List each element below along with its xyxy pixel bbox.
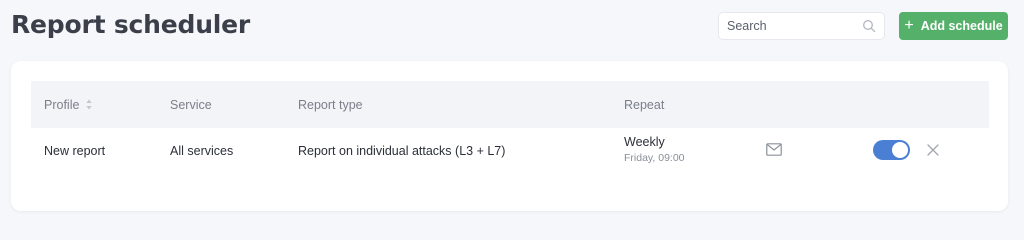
column-header-service: Service [170, 81, 212, 128]
schedule-table-card: Profile Service Report type Repeat New r… [11, 61, 1008, 211]
mail-icon[interactable] [766, 143, 782, 156]
search-icon[interactable] [862, 19, 876, 33]
report-type-cell: Report on individual attacks (L3 + L7) [298, 143, 506, 158]
repeat-cell: Weekly Friday, 09:00 [624, 135, 685, 164]
search-input[interactable] [719, 13, 859, 39]
page-title: Report scheduler [11, 10, 251, 39]
column-header-report-type-label: Report type [298, 97, 363, 112]
column-header-report-type: Report type [298, 81, 363, 128]
close-icon[interactable] [927, 144, 939, 156]
column-header-profile[interactable]: Profile [44, 81, 93, 128]
plus-icon: + [904, 17, 914, 34]
enabled-toggle[interactable] [873, 140, 910, 160]
sort-icon[interactable] [86, 99, 93, 110]
table-header: Profile Service Report type Repeat [31, 81, 989, 128]
profile-cell: New report [44, 143, 106, 158]
service-cell: All services [170, 143, 234, 158]
column-header-profile-label: Profile [44, 97, 80, 112]
add-schedule-button[interactable]: + Add schedule [899, 12, 1008, 40]
repeat-schedule: Friday, 09:00 [624, 152, 685, 164]
column-header-service-label: Service [170, 97, 212, 112]
toggle-knob [892, 142, 908, 158]
column-header-repeat-label: Repeat [624, 97, 665, 112]
table-row: New report All services Report on indivi… [31, 128, 989, 173]
add-schedule-label: Add schedule [920, 19, 1003, 33]
column-header-repeat: Repeat [624, 81, 664, 128]
search-box[interactable] [718, 12, 885, 40]
repeat-frequency: Weekly [624, 135, 665, 149]
